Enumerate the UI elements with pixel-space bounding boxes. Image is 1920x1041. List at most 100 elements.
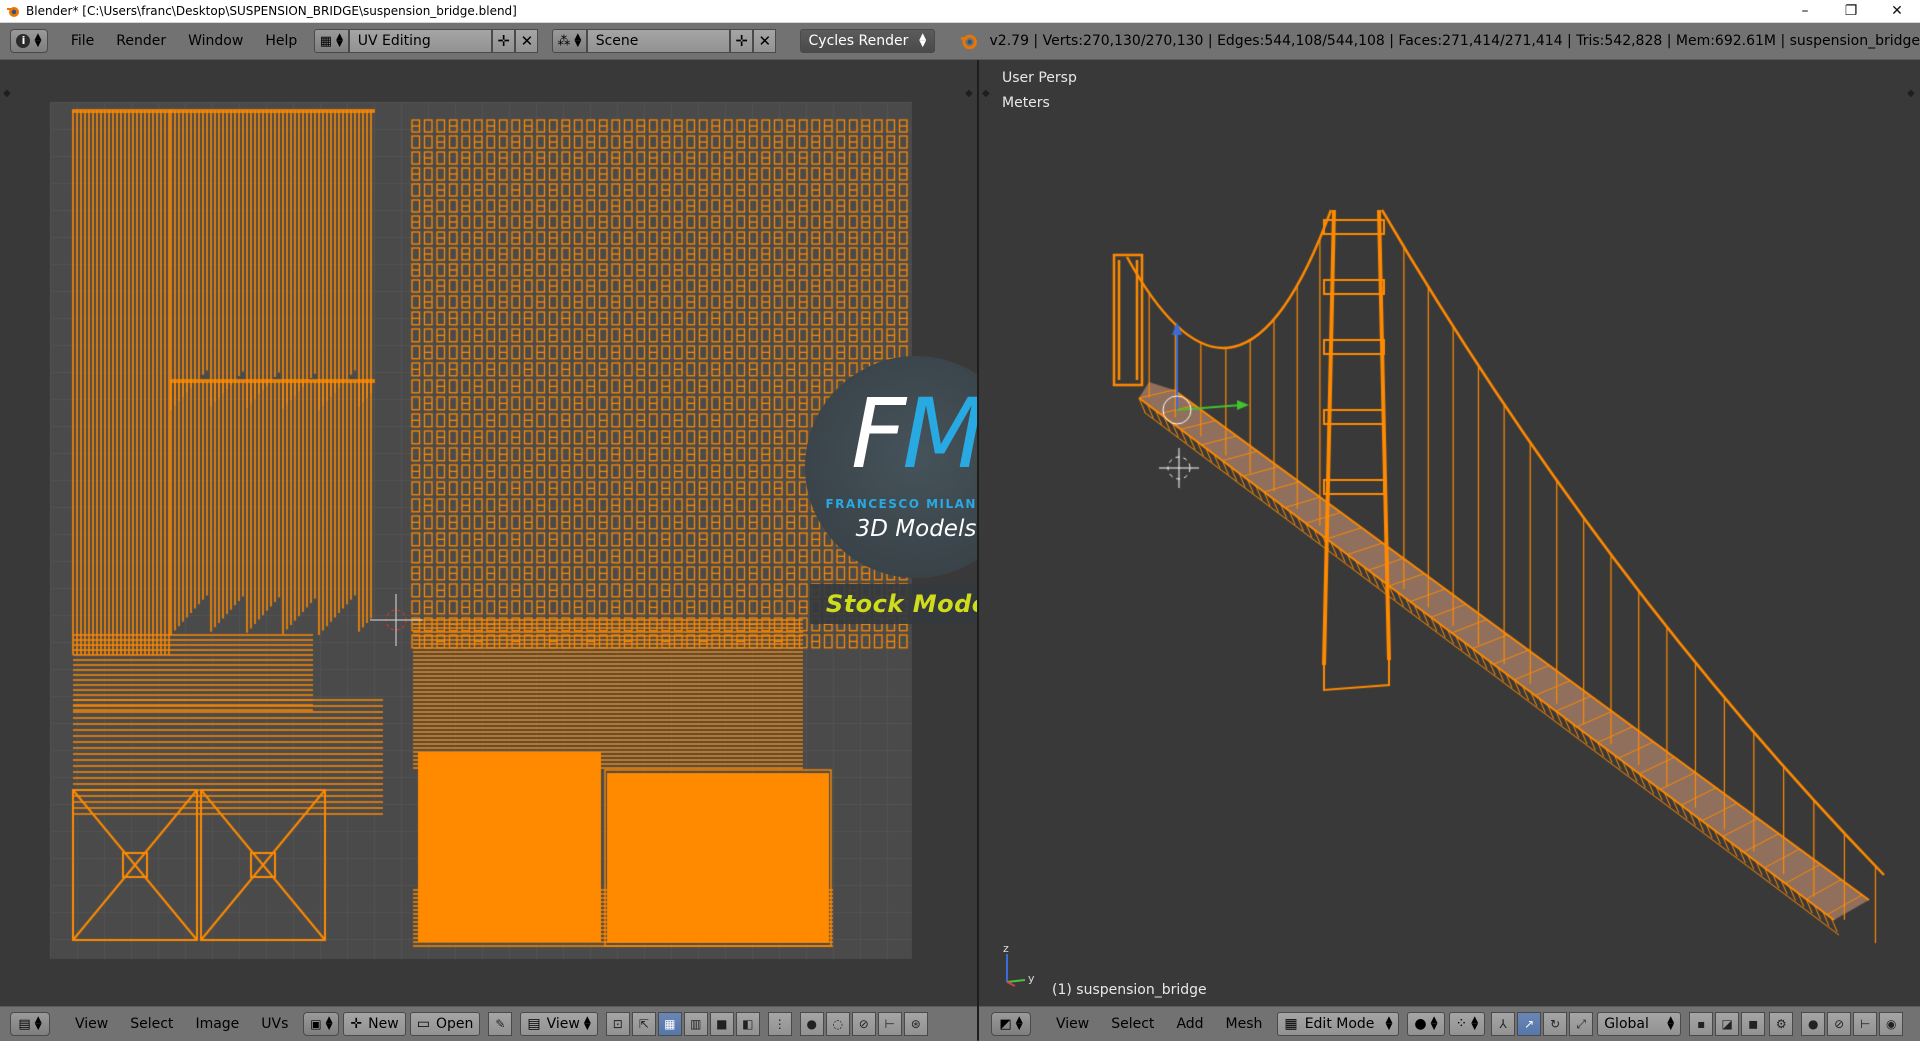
- uv-menu-view[interactable]: View: [64, 1007, 119, 1041]
- chevron-updown-icon: ▲ ▼: [336, 32, 343, 49]
- vertex-select-icon[interactable]: ▦: [657, 1012, 682, 1036]
- image-browse-button[interactable]: ▣ ▲ ▼: [303, 1012, 340, 1036]
- open-image-button[interactable]: ▭ Open: [409, 1012, 481, 1036]
- uv-editor-header: ▤ ▲ ▼ View Select Image UVs ▣ ▲ ▼ ✛ New ▭ Op…: [0, 1006, 977, 1041]
- maximize-button[interactable]: ❐: [1828, 0, 1874, 22]
- rotate-manipulator-icon[interactable]: ↻: [1543, 1012, 1568, 1036]
- properties-toggle-icon[interactable]: ◆: [1907, 88, 1915, 99]
- vp-menu-add[interactable]: Add: [1165, 1007, 1214, 1041]
- uv-image-editor[interactable]: ◆ ◆ FM FRANCESCO MILANESE 3D Models Stoc…: [0, 60, 977, 1006]
- uv-display-icon[interactable]: ⊛: [903, 1012, 928, 1036]
- translate-manipulator-icon[interactable]: ↗: [1517, 1012, 1542, 1036]
- remove-scene-icon[interactable]: ✕: [753, 29, 777, 53]
- watermark-banner: Stock Models: [810, 584, 977, 624]
- window-title: Blender* [C:\Users\franc\Desktop\SUSPENS…: [26, 4, 517, 18]
- editor-type-info-button[interactable]: i ▲ ▼: [9, 29, 49, 53]
- sync-selection-icon[interactable]: ⇱: [631, 1012, 656, 1036]
- screen-layout-browse-button[interactable]: ▦ ▲ ▼: [314, 29, 349, 53]
- remove-screen-icon[interactable]: ✕: [515, 29, 539, 53]
- editor-type-3d-button[interactable]: ◩ ▲ ▼: [991, 1012, 1031, 1036]
- add-scene-icon[interactable]: ✛: [730, 29, 754, 53]
- properties-toggle-icon[interactable]: ◆: [965, 88, 973, 99]
- add-screen-icon[interactable]: ✛: [492, 29, 516, 53]
- minimize-button[interactable]: –: [1782, 0, 1828, 22]
- toolshelf-toggle-icon[interactable]: ◆: [3, 88, 11, 99]
- cube-icon: ◩: [999, 1016, 1012, 1032]
- uv-menu-image[interactable]: Image: [184, 1007, 250, 1041]
- scene-browse-button[interactable]: ⁂ ▲ ▼: [551, 29, 587, 53]
- vp-menu-mesh[interactable]: Mesh: [1215, 1007, 1274, 1041]
- mode-label: Edit Mode: [1304, 1016, 1375, 1032]
- orientation-label: Global: [1604, 1016, 1649, 1032]
- snap-target-icon[interactable]: ⊢: [1853, 1012, 1878, 1036]
- toolshelf-toggle-icon[interactable]: ◆: [982, 88, 990, 99]
- transform-orientation-select[interactable]: Global ▲ ▼: [1597, 1012, 1682, 1036]
- uv-menu-uvs[interactable]: UVs: [250, 1007, 299, 1041]
- uv-menu-select[interactable]: Select: [119, 1007, 184, 1041]
- watermark-fm-logo: FM: [825, 386, 977, 482]
- image-mode-select[interactable]: ▤ View ▲ ▼: [520, 1012, 598, 1036]
- units-label: Meters: [1002, 95, 1050, 111]
- chevron-updown-icon: ▲ ▼: [1667, 1015, 1675, 1032]
- edge-mode-icon[interactable]: ◪: [1715, 1012, 1740, 1036]
- screen-layout-field[interactable]: UV Editing: [348, 29, 493, 53]
- chevron-updown-icon: ▲ ▼: [1471, 1015, 1479, 1032]
- watermark-logo: FM FRANCESCO MILANESE 3D Models Stock Mo…: [805, 356, 977, 626]
- new-image-label: New: [368, 1016, 399, 1032]
- vp-menu-view[interactable]: View: [1045, 1007, 1100, 1041]
- occlude-geometry-icon[interactable]: ⚙: [1769, 1012, 1794, 1036]
- vp-menu-select[interactable]: Select: [1100, 1007, 1165, 1041]
- interaction-mode-select[interactable]: ▦ Edit Mode ▲ ▼: [1277, 1012, 1400, 1036]
- pivot-point-select[interactable]: ⁘ ▲ ▼: [1448, 1012, 1486, 1036]
- chevron-updown-icon: ▲ ▼: [34, 32, 42, 49]
- scale-manipulator-icon[interactable]: ⤢: [1569, 1012, 1594, 1036]
- scene-statistics: v2.79 | Verts:270,130/270,130 | Edges:54…: [989, 33, 1920, 49]
- snap-target-icon[interactable]: ⊢: [877, 1012, 902, 1036]
- menu-window[interactable]: Window: [177, 23, 254, 59]
- menu-file[interactable]: File: [60, 23, 105, 59]
- menu-render[interactable]: Render: [105, 23, 177, 59]
- manipulator-toggle-icon[interactable]: ⅄: [1491, 1012, 1516, 1036]
- face-mode-icon[interactable]: ◼: [1741, 1012, 1766, 1036]
- image-mode-label: View: [546, 1016, 580, 1032]
- scene-icon: ⁂: [557, 33, 571, 49]
- viewport-canvas[interactable]: [979, 60, 1920, 1006]
- solid-shading-icon: ●: [1414, 1016, 1427, 1032]
- view-mode-icon: ▤: [527, 1016, 541, 1032]
- pivot-icon[interactable]: ⊡: [605, 1012, 630, 1036]
- blender-logo-icon: [7, 7, 19, 17]
- chevron-updown-icon: ▲ ▼: [1385, 1015, 1393, 1032]
- axis-z-label: z: [1003, 942, 1009, 955]
- menu-help[interactable]: Help: [254, 23, 308, 59]
- new-image-button[interactable]: ✛ New: [343, 1012, 406, 1036]
- snap-icon[interactable]: ⊘: [851, 1012, 876, 1036]
- pivot-point-icon: ⁘: [1455, 1016, 1468, 1032]
- chevron-updown-icon: ▲ ▼: [1430, 1015, 1438, 1032]
- island-select-icon[interactable]: ◧: [735, 1012, 760, 1036]
- falloff-icon[interactable]: ◌: [825, 1012, 850, 1036]
- 2d-cursor-icon[interactable]: [366, 590, 426, 650]
- pin-icon[interactable]: ✎: [488, 1012, 513, 1036]
- axis-gizmo-icon: z y: [1003, 942, 1035, 987]
- face-select-icon[interactable]: ■: [709, 1012, 734, 1036]
- render-engine-select[interactable]: Cycles Render ▲ ▼: [799, 29, 936, 53]
- vertex-mode-icon[interactable]: ▪: [1689, 1012, 1714, 1036]
- close-button[interactable]: ✕: [1874, 0, 1920, 22]
- view-name-label: User Persp: [1002, 70, 1077, 86]
- chevron-updown-icon: ▲ ▼: [583, 1015, 591, 1032]
- info-header: i ▲ ▼ File Render Window Help ▦ ▲ ▼ UV Edi…: [0, 23, 1920, 60]
- sticky-select-icon[interactable]: ⋮: [767, 1012, 792, 1036]
- editor-type-uv-button[interactable]: ▤ ▲ ▼: [10, 1012, 50, 1036]
- edge-select-icon[interactable]: ▥: [683, 1012, 708, 1036]
- blender-logo-icon: [961, 34, 978, 50]
- logo-letter-f: F: [850, 378, 906, 490]
- scene-field[interactable]: Scene: [586, 29, 730, 53]
- proportional-edit-icon[interactable]: ●: [799, 1012, 824, 1036]
- info-icon: i: [16, 34, 31, 48]
- 3d-viewport[interactable]: ◆ ◆ User Persp Meters z y (1) suspension…: [979, 60, 1920, 1006]
- opengl-render-icon[interactable]: ◉: [1879, 1012, 1904, 1036]
- snap-icon[interactable]: ⊘: [1827, 1012, 1852, 1036]
- viewport-header: ◩ ▲ ▼ View Select Add Mesh ▦ Edit Mode ▲ ▼…: [979, 1006, 1920, 1041]
- proportional-edit-icon[interactable]: ●: [1801, 1012, 1826, 1036]
- shading-select[interactable]: ● ▲ ▼: [1407, 1012, 1445, 1036]
